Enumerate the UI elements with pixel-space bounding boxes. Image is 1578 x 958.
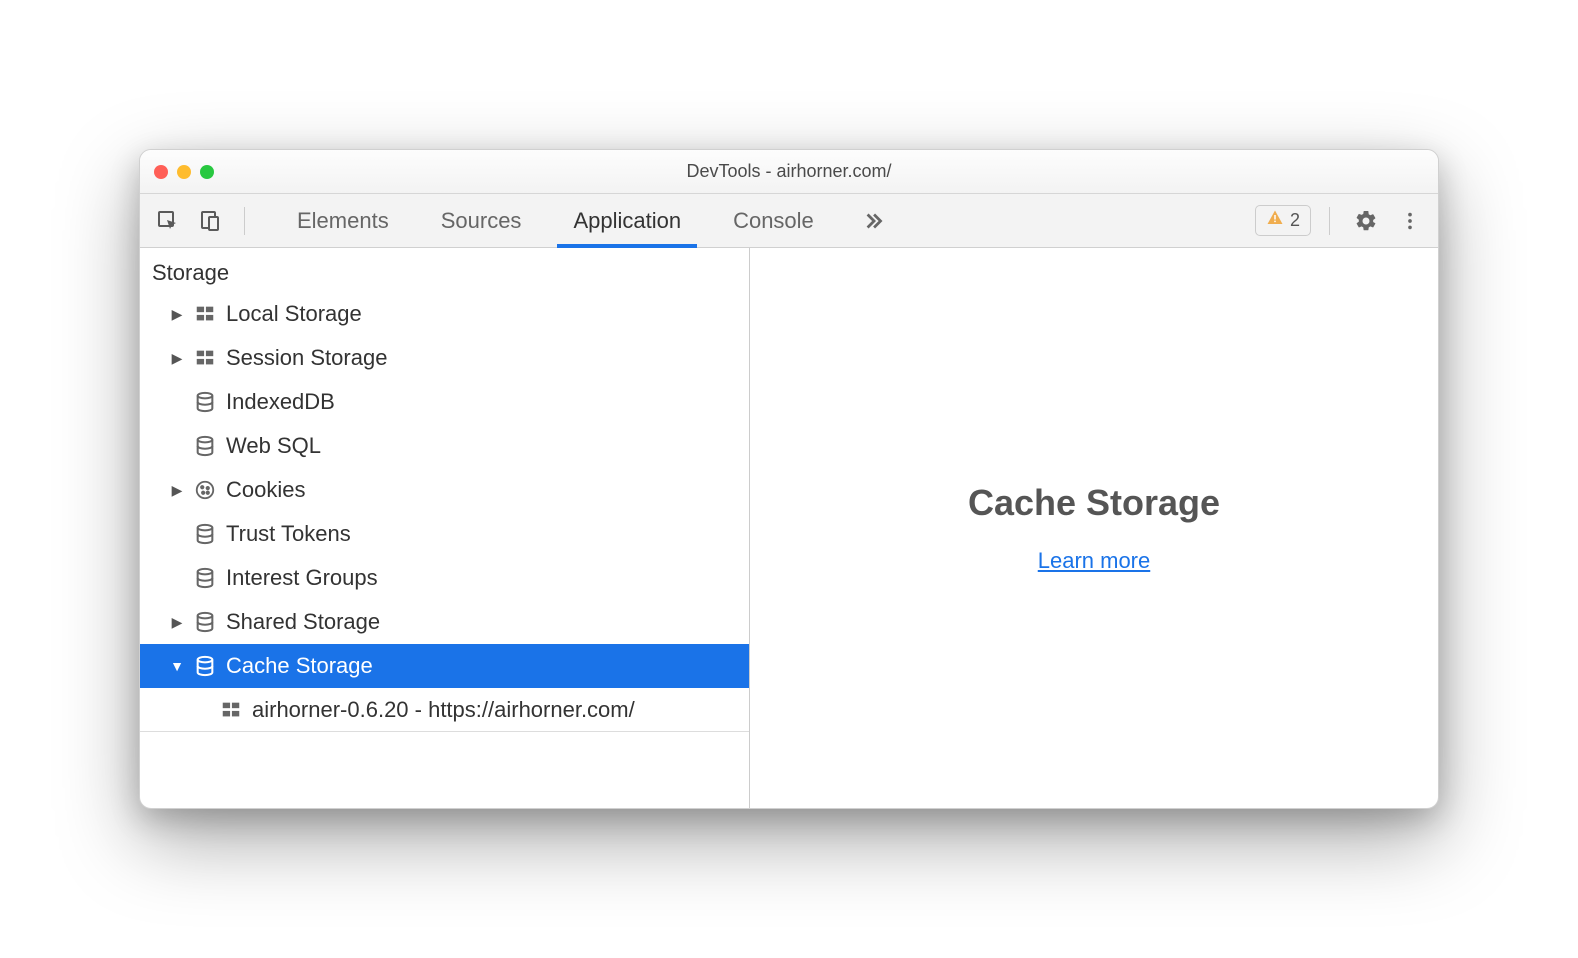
toolbar-right: 2	[1255, 203, 1428, 239]
warning-icon	[1266, 209, 1284, 232]
toolbar-divider	[1329, 207, 1330, 235]
sidebar-item-label: airhorner-0.6.20 - https://airhorner.com…	[252, 697, 635, 723]
sidebar-item-label: Web SQL	[226, 433, 321, 459]
tab-application[interactable]: Application	[551, 194, 703, 248]
sidebar-item-label: Interest Groups	[226, 565, 378, 591]
issues-badge[interactable]: 2	[1255, 205, 1311, 236]
grid-icon	[194, 303, 216, 325]
toolbar-divider	[244, 207, 245, 235]
device-toggle-icon[interactable]	[192, 203, 228, 239]
grid-icon	[220, 699, 242, 721]
titlebar: DevTools - airhorner.com/	[140, 150, 1438, 194]
db-icon	[194, 611, 216, 633]
sidebar-item-interest-groups[interactable]: Interest Groups	[140, 556, 749, 600]
toolbar: Elements Sources Application Console	[140, 194, 1438, 248]
chevron-right-icon: ▶	[170, 306, 184, 323]
db-icon	[194, 435, 216, 457]
chevron-right-icon: ▶	[170, 614, 184, 631]
sidebar-item-label: Local Storage	[226, 301, 362, 327]
maximize-window-button[interactable]	[200, 165, 214, 179]
db-icon	[194, 523, 216, 545]
sidebar-item-label: Trust Tokens	[226, 521, 351, 547]
panel-tabs: Elements Sources Application Console	[275, 194, 902, 248]
window-controls	[154, 165, 214, 179]
minimize-window-button[interactable]	[177, 165, 191, 179]
close-window-button[interactable]	[154, 165, 168, 179]
sidebar-item-cookies[interactable]: ▶ Cookies	[140, 468, 749, 512]
sidebar-item-cache-entry[interactable]: airhorner-0.6.20 - https://airhorner.com…	[140, 688, 749, 732]
sidebar-category-storage: Storage	[140, 254, 749, 292]
settings-button[interactable]	[1348, 203, 1384, 239]
gear-icon	[1354, 209, 1378, 233]
sidebar-item-label: Session Storage	[226, 345, 387, 371]
chevron-double-right-icon	[860, 208, 886, 234]
main-panel: Cache Storage Learn more	[750, 248, 1438, 808]
cookie-icon	[194, 479, 216, 501]
sidebar: Storage ▶ Local Storage ▶ Session Storage In…	[140, 248, 750, 808]
more-tabs-button[interactable]	[844, 194, 902, 248]
window-title: DevTools - airhorner.com/	[686, 161, 891, 182]
tab-console[interactable]: Console	[711, 194, 836, 248]
panel-heading: Cache Storage	[968, 482, 1220, 524]
tab-elements[interactable]: Elements	[275, 194, 411, 248]
learn-more-link[interactable]: Learn more	[1038, 548, 1151, 574]
chevron-right-icon: ▶	[170, 482, 184, 499]
chevron-down-icon: ▼	[170, 658, 184, 674]
grid-icon	[194, 347, 216, 369]
devtools-window: DevTools - airhorner.com/ Elements Sourc…	[139, 149, 1439, 809]
sidebar-item-session-storage[interactable]: ▶ Session Storage	[140, 336, 749, 380]
db-icon	[194, 655, 216, 677]
warning-count: 2	[1290, 210, 1300, 231]
sidebar-item-shared-storage[interactable]: ▶ Shared Storage	[140, 600, 749, 644]
sidebar-item-trust-tokens[interactable]: Trust Tokens	[140, 512, 749, 556]
content-area: Storage ▶ Local Storage ▶ Session Storage In…	[140, 248, 1438, 808]
db-icon	[194, 391, 216, 413]
sidebar-item-local-storage[interactable]: ▶ Local Storage	[140, 292, 749, 336]
db-icon	[194, 567, 216, 589]
sidebar-item-label: Cache Storage	[226, 653, 373, 679]
sidebar-item-label: IndexedDB	[226, 389, 335, 415]
sidebar-item-indexeddb[interactable]: IndexedDB	[140, 380, 749, 424]
sidebar-item-label: Cookies	[226, 477, 305, 503]
sidebar-item-label: Shared Storage	[226, 609, 380, 635]
kebab-icon	[1399, 210, 1421, 232]
chevron-right-icon: ▶	[170, 350, 184, 367]
sidebar-item-web-sql[interactable]: Web SQL	[140, 424, 749, 468]
sidebar-item-cache-storage[interactable]: ▼ Cache Storage	[140, 644, 749, 688]
inspect-icon[interactable]	[150, 203, 186, 239]
tab-sources[interactable]: Sources	[419, 194, 544, 248]
toolbar-left	[150, 203, 255, 239]
more-options-button[interactable]	[1392, 203, 1428, 239]
